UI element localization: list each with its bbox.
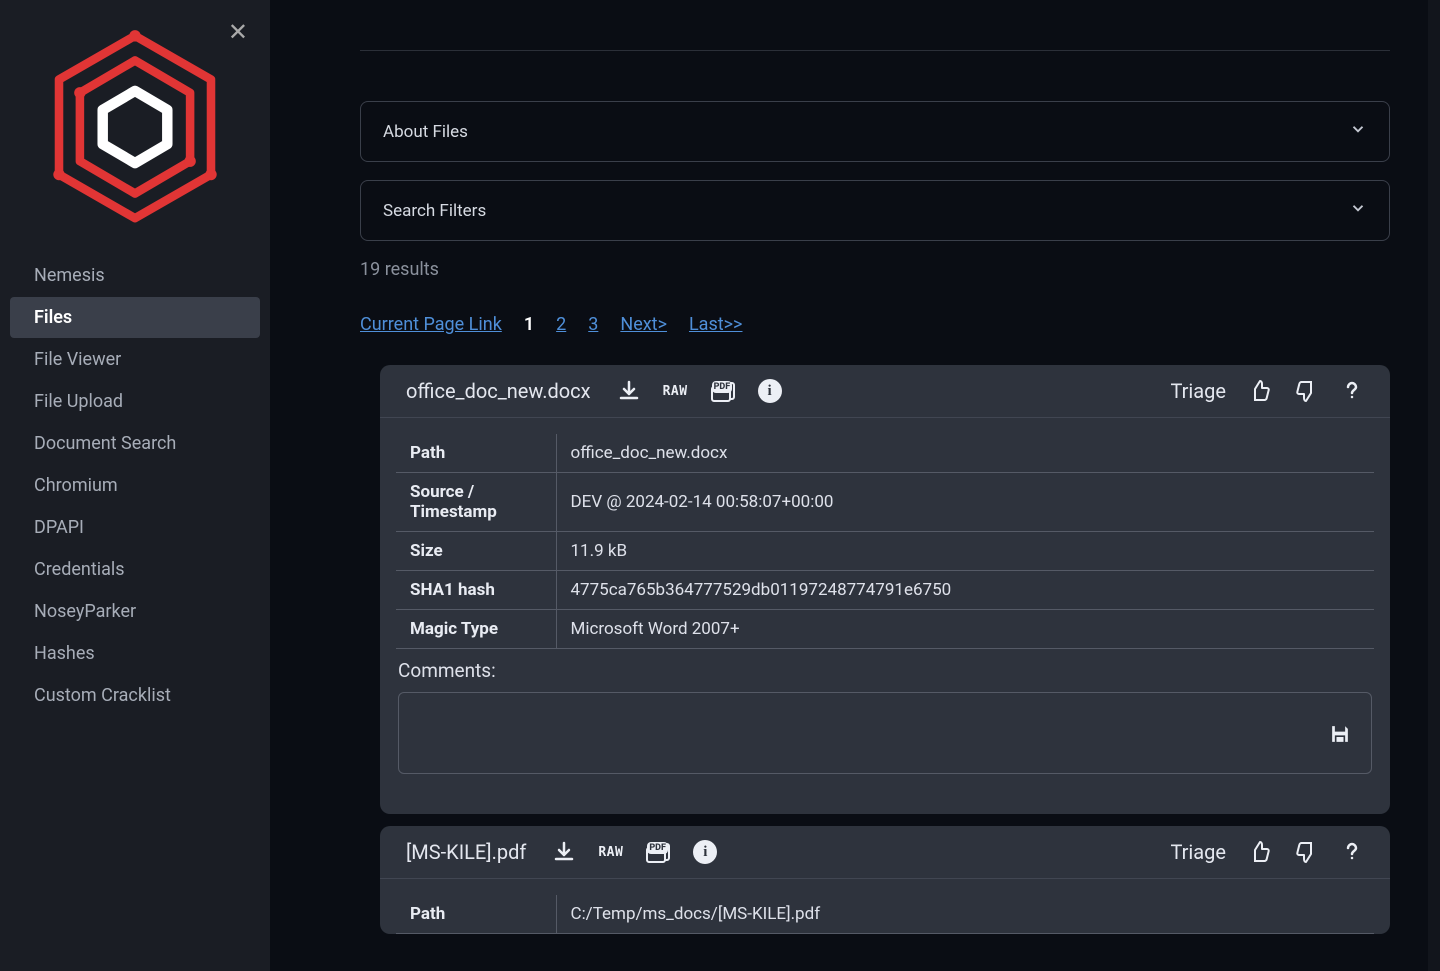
pagination: Current Page Link 1 2 3 Next> Last>> (360, 314, 1390, 335)
comments-input[interactable] (398, 692, 1372, 774)
current-page-link[interactable]: Current Page Link (360, 314, 502, 335)
page-last[interactable]: Last>> (689, 314, 743, 335)
search-filters-accordion[interactable]: Search Filters (360, 180, 1390, 241)
main-content: About Files Search Filters 19 results Cu… (270, 0, 1440, 971)
results-count: 19 results (360, 259, 1390, 280)
help-icon[interactable] (1340, 379, 1364, 403)
file-card: [MS-KILE].pdf RAW PDF i Triage PathC (380, 826, 1390, 934)
download-icon[interactable] (552, 840, 576, 864)
accordion-label: Search Filters (383, 201, 486, 221)
divider (360, 50, 1390, 51)
sidebar-item-credentials[interactable]: Credentials (10, 549, 260, 590)
card-header: [MS-KILE].pdf RAW PDF i Triage (380, 826, 1390, 879)
save-icon[interactable] (1327, 721, 1353, 751)
sidebar-item-document-search[interactable]: Document Search (10, 423, 260, 464)
file-card: office_doc_new.docx RAW PDF i Triage (380, 365, 1390, 814)
page-next[interactable]: Next> (620, 314, 667, 335)
sidebar-item-files[interactable]: Files (10, 297, 260, 338)
raw-button[interactable]: RAW (663, 384, 688, 399)
pdf-icon[interactable]: PDF (645, 840, 671, 864)
sidebar-item-file-viewer[interactable]: File Viewer (10, 339, 260, 380)
thumbs-up-icon[interactable] (1248, 840, 1272, 864)
file-details-table: Pathoffice_doc_new.docx Source / Timesta… (396, 434, 1374, 649)
thumbs-up-icon[interactable] (1248, 379, 1272, 403)
raw-button[interactable]: RAW (598, 845, 623, 860)
sidebar-item-hashes[interactable]: Hashes (10, 633, 260, 674)
download-icon[interactable] (617, 379, 641, 403)
close-icon[interactable]: ✕ (228, 18, 248, 46)
help-icon[interactable] (1340, 840, 1364, 864)
file-details-table: PathC:/Temp/ms_docs/[MS-KILE].pdf (396, 895, 1374, 934)
sidebar-item-noseyparker[interactable]: NoseyParker (10, 591, 260, 632)
triage-label: Triage (1170, 840, 1226, 864)
sidebar-item-file-upload[interactable]: File Upload (10, 381, 260, 422)
accordion-label: About Files (383, 122, 468, 142)
table-row: Size11.9 kB (396, 532, 1374, 571)
page-2[interactable]: 2 (556, 314, 566, 335)
sidebar-item-custom-cracklist[interactable]: Custom Cracklist (10, 675, 260, 716)
info-icon[interactable]: i (758, 379, 782, 403)
chevron-down-icon (1349, 120, 1367, 143)
sidebar-item-dpapi[interactable]: DPAPI (10, 507, 260, 548)
pdf-icon[interactable]: PDF (710, 379, 736, 403)
page-3[interactable]: 3 (588, 314, 598, 335)
comments-label: Comments: (380, 649, 1390, 692)
page-1: 1 (524, 314, 534, 335)
about-files-accordion[interactable]: About Files (360, 101, 1390, 162)
card-header: office_doc_new.docx RAW PDF i Triage (380, 365, 1390, 418)
table-row: Pathoffice_doc_new.docx (396, 434, 1374, 473)
sidebar-item-nemesis[interactable]: Nemesis (10, 255, 260, 296)
file-name: office_doc_new.docx (406, 379, 591, 403)
triage-label: Triage (1170, 379, 1226, 403)
file-name: [MS-KILE].pdf (406, 840, 526, 864)
table-row: PathC:/Temp/ms_docs/[MS-KILE].pdf (396, 895, 1374, 934)
table-row: SHA1 hash4775ca765b364777529db0119724877… (396, 571, 1374, 610)
sidebar-item-chromium[interactable]: Chromium (10, 465, 260, 506)
info-icon[interactable]: i (693, 840, 717, 864)
table-row: Magic TypeMicrosoft Word 2007+ (396, 610, 1374, 649)
chevron-down-icon (1349, 199, 1367, 222)
sidebar: ✕ NemesisFilesFile ViewerFile UploadDocu… (0, 0, 270, 971)
scrollbar[interactable] (1428, 0, 1440, 971)
thumbs-down-icon[interactable] (1294, 379, 1318, 403)
thumbs-down-icon[interactable] (1294, 840, 1318, 864)
table-row: Source / TimestampDEV @ 2024-02-14 00:58… (396, 473, 1374, 532)
